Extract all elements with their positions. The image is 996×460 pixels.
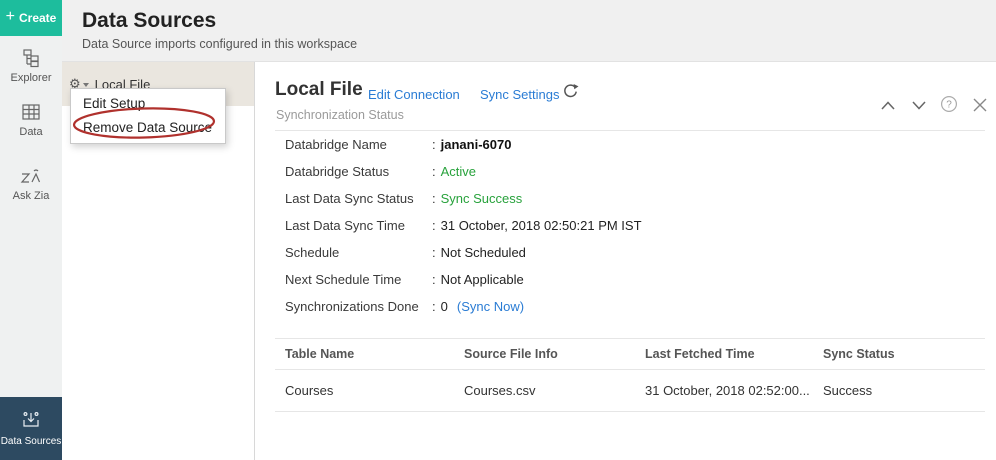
page-header: Data Sources Data Source imports configu… xyxy=(62,0,996,62)
chevron-up-icon xyxy=(881,101,895,110)
next-source-button[interactable] xyxy=(912,98,926,116)
plus-icon: + xyxy=(5,8,15,25)
colon: : xyxy=(432,245,436,260)
row-value: Active xyxy=(440,164,477,179)
column-header-source-file-info: Source File Info xyxy=(464,347,558,361)
row-label: Next Schedule Time xyxy=(285,272,402,287)
explorer-icon xyxy=(23,49,39,68)
sidebar-item-ask-zia[interactable]: Ask Zia xyxy=(0,167,62,202)
source-detail-panel: Local File Edit Connection Sync Settings… xyxy=(256,62,996,460)
sidebar-item-explorer[interactable]: Explorer xyxy=(0,47,62,84)
sidebar-item-label: Data xyxy=(19,126,43,138)
help-button[interactable]: ? xyxy=(940,95,958,118)
page-subtitle: Data Source imports configured in this w… xyxy=(82,37,358,51)
source-context-menu: Edit Setup Remove Data Source xyxy=(70,88,226,144)
sync-settings-link[interactable]: Sync Settings xyxy=(480,87,560,102)
column-header-table-name: Table Name xyxy=(285,347,355,361)
cell-last-fetched: 31 October, 2018 02:52:00... xyxy=(645,383,810,398)
row-label: Databridge Status xyxy=(285,164,390,179)
sync-status-section-label: Synchronization Status xyxy=(276,108,404,122)
ask-zia-icon xyxy=(20,169,41,183)
row-value: 31 October, 2018 02:50:21 PM IST xyxy=(440,218,642,233)
detail-title: Local File xyxy=(275,79,363,100)
tables-sync-table: Table Name Source File Info Last Fetched… xyxy=(275,338,985,412)
detail-row-schedule: Schedule : Not Scheduled xyxy=(285,239,985,266)
row-value: Sync Success xyxy=(440,191,523,206)
caret-down-icon xyxy=(82,83,89,87)
data-sources-page: + Create Explorer Data Ask Zia Data Sour… xyxy=(0,0,996,460)
sidebar: + Create Explorer Data Ask Zia Data Sour… xyxy=(0,0,62,460)
row-label: Schedule xyxy=(285,245,340,260)
column-header-last-fetched-time: Last Fetched Time xyxy=(645,347,755,361)
cell-sync-status: Success xyxy=(823,383,873,398)
row-value: Not Applicable xyxy=(440,272,524,287)
row-label: Databridge Name xyxy=(285,137,387,152)
detail-row-last-sync-status: Last Data Sync Status : Sync Success xyxy=(285,185,985,212)
row-value: Not Scheduled xyxy=(440,245,526,260)
row-label: Last Data Sync Status xyxy=(285,191,414,206)
detail-row-next-schedule-time: Next Schedule Time : Not Applicable xyxy=(285,266,985,293)
colon: : xyxy=(432,218,436,233)
data-sources-icon xyxy=(23,411,39,427)
row-label: Last Data Sync Time xyxy=(285,218,405,233)
menu-item-remove-data-source[interactable]: Remove Data Source xyxy=(71,116,225,140)
colon: : xyxy=(432,191,436,206)
sidebar-item-data[interactable]: Data xyxy=(0,101,62,138)
help-icon: ? xyxy=(940,95,958,113)
detail-row-databridge-status: Databridge Status : Active xyxy=(285,158,985,185)
colon: : xyxy=(432,272,436,287)
detail-row-synchronizations-done: Synchronizations Done : 0 (Sync Now) xyxy=(285,293,985,320)
colon: : xyxy=(432,164,436,179)
close-button[interactable] xyxy=(973,98,987,117)
refresh-icon xyxy=(564,84,579,98)
colon: : xyxy=(432,137,436,152)
colon: : xyxy=(432,299,436,314)
sync-now-link[interactable]: (Sync Now) xyxy=(457,299,524,314)
cell-table-name: Courses xyxy=(285,383,334,398)
data-icon xyxy=(22,104,40,120)
row-value: 0 xyxy=(440,299,448,314)
table-row-courses[interactable]: Courses Courses.csv 31 October, 2018 02:… xyxy=(275,370,985,412)
sync-details-list: Databridge Name : janani-6070 Databridge… xyxy=(285,131,985,320)
table-header-row: Table Name Source File Info Last Fetched… xyxy=(275,338,985,370)
sidebar-item-label: Ask Zia xyxy=(12,190,50,202)
row-label: Synchronizations Done xyxy=(285,299,419,314)
sidebar-item-data-sources[interactable]: Data Sources xyxy=(0,397,62,460)
cell-source-file: Courses.csv xyxy=(464,383,536,398)
page-title: Data Sources xyxy=(82,9,217,32)
menu-item-edit-setup[interactable]: Edit Setup xyxy=(71,92,225,116)
svg-text:?: ? xyxy=(946,100,952,111)
chevron-down-icon xyxy=(912,101,926,110)
create-button[interactable]: + Create xyxy=(0,0,62,36)
previous-source-button[interactable] xyxy=(881,98,895,116)
close-icon xyxy=(973,98,987,112)
detail-row-databridge-name: Databridge Name : janani-6070 xyxy=(285,131,985,158)
sidebar-item-label: Explorer xyxy=(10,72,52,84)
row-value: janani-6070 xyxy=(440,137,512,152)
refresh-button[interactable] xyxy=(562,83,579,105)
column-header-sync-status: Sync Status xyxy=(823,347,895,361)
edit-connection-link[interactable]: Edit Connection xyxy=(368,87,460,102)
sidebar-item-label: Data Sources xyxy=(0,436,62,447)
detail-row-last-sync-time: Last Data Sync Time : 31 October, 2018 0… xyxy=(285,212,985,239)
create-button-label: Create xyxy=(18,11,57,25)
